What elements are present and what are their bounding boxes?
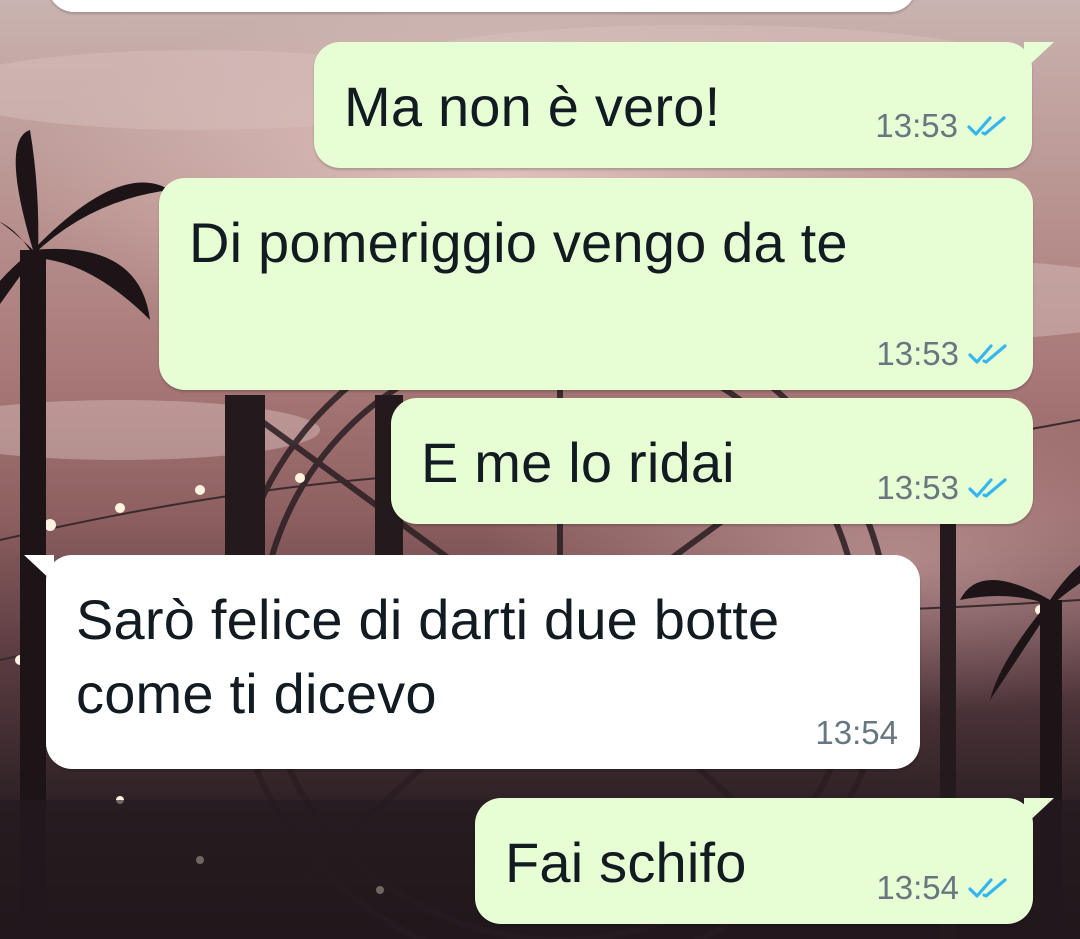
read-receipt-icon (967, 116, 1006, 136)
message-text: Sarò felice di darti due botte come ti d… (76, 588, 780, 725)
bubble-tail (1024, 798, 1054, 826)
read-receipt-icon (968, 344, 1007, 364)
message-time: 13:53 (876, 335, 959, 372)
message-text: Ma non è vero! (344, 75, 721, 138)
message-meta: 13:53 (876, 468, 1009, 508)
message-bubble-outgoing[interactable]: E me lo ridai 13:53 (391, 398, 1033, 524)
message-meta: 13:54 (815, 713, 898, 753)
message-time: 13:54 (876, 869, 959, 906)
message-bubble-incoming[interactable]: Sarò felice di darti due botte come ti d… (46, 555, 920, 769)
message-time: 13:53 (875, 107, 958, 144)
read-receipt-icon (968, 878, 1007, 898)
message-bubble-incoming-partial[interactable] (48, 0, 916, 12)
message-time: 13:54 (815, 714, 898, 751)
message-time: 13:53 (876, 469, 959, 506)
message-text: Fai schifo (505, 831, 747, 894)
message-meta: 13:54 (876, 868, 1009, 908)
message-meta: 13:53 (875, 106, 1008, 146)
message-bubble-outgoing[interactable]: Di pomeriggio vengo da te 13:53 (159, 178, 1033, 390)
message-bubble-outgoing[interactable]: Fai schifo 13:54 (475, 798, 1033, 924)
bubble-tail (1024, 42, 1054, 70)
read-receipt-icon (968, 478, 1007, 498)
message-text: Di pomeriggio vengo da te (189, 211, 848, 274)
message-bubble-outgoing[interactable]: Ma non è vero! 13:53 (314, 42, 1032, 168)
message-meta: 13:53 (876, 334, 1009, 374)
message-text: E me lo ridai (421, 431, 735, 494)
